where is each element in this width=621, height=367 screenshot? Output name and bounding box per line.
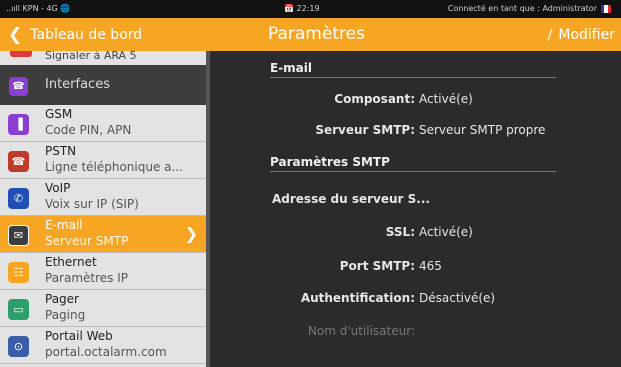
sidebar-item-subtitle: Serveur SMTP bbox=[45, 234, 129, 248]
edit-label: Modifier bbox=[558, 26, 615, 43]
connection-status: Connecté en tant que : Administrator bbox=[448, 4, 611, 13]
calendar-icon: 📅 bbox=[284, 4, 294, 13]
portal-icon: ⊙ bbox=[8, 336, 29, 357]
edit-button[interactable]: ∕ Modifier bbox=[548, 18, 615, 51]
chevron-left-icon: ❮ bbox=[8, 24, 23, 45]
sidebar-item-portail-web[interactable]: ⊙ Portail Web portal.octalarm.com bbox=[0, 327, 206, 364]
connection-label: Connecté en tant que : Administrator bbox=[447, 4, 597, 13]
sidebar-item-title: Portail Web bbox=[45, 329, 113, 343]
username-label: Nom d'utilisateur: bbox=[307, 324, 415, 338]
sidebar-section-label: Interfaces bbox=[45, 77, 110, 92]
envelope-icon: ✉ bbox=[8, 225, 29, 246]
auth-value: Désactivé(e) bbox=[419, 291, 496, 305]
smtp-server-label: Serveur SMTP: bbox=[315, 123, 415, 137]
sidebar-item-voip[interactable]: ✆ VoIP Voix sur IP (SIP) bbox=[0, 179, 206, 216]
sidebar-item-pstn[interactable]: ☎ PSTN Ligne téléphonique a... bbox=[0, 142, 206, 179]
carrier-label: KPN - 4G bbox=[22, 4, 58, 13]
port-value: 465 bbox=[419, 259, 442, 273]
pencil-icon: ∕ bbox=[547, 26, 553, 43]
telephone-icon: ☎ bbox=[8, 151, 29, 172]
section-divider bbox=[270, 171, 556, 172]
alarm-icon bbox=[10, 51, 32, 57]
back-button[interactable]: ❮ Tableau de bord bbox=[0, 18, 205, 51]
back-label: Tableau de bord bbox=[30, 26, 143, 43]
sidebar-item-signaler[interactable]: Signaler à ARA 5 bbox=[0, 51, 206, 65]
page-title: Paramètres bbox=[268, 24, 365, 44]
port-label: Port SMTP: bbox=[339, 259, 415, 273]
status-bar: ..ııll KPN - 4G 🌐 📅 22:19 Connecté en ta… bbox=[0, 0, 621, 18]
composant-value: Activé(e) bbox=[419, 92, 473, 106]
section-divider bbox=[270, 77, 556, 78]
sidebar-item-title: Ethernet bbox=[45, 255, 97, 269]
sidebar-item-title: E-mail bbox=[45, 218, 83, 232]
sidebar-item-title: PSTN bbox=[45, 144, 77, 158]
sidebar-section-interfaces: ☎ Interfaces bbox=[0, 65, 206, 105]
sidebar-item-title: Pager bbox=[45, 292, 79, 306]
sidebar-item-title: GSM bbox=[45, 107, 73, 121]
settings-panel: E-mail Composant: Activé(e) Serveur SMTP… bbox=[210, 51, 621, 367]
smtp-server-value: Serveur SMTP propre bbox=[419, 123, 546, 137]
pager-icon: ▭ bbox=[8, 299, 29, 320]
section-title-email: E-mail bbox=[270, 61, 313, 75]
signal-carrier: ..ııll KPN - 4G 🌐 bbox=[6, 4, 70, 13]
sidebar-item-subtitle: Voix sur IP (SIP) bbox=[45, 197, 139, 211]
sidebar-item-title: VoIP bbox=[45, 181, 71, 195]
sidebar-item-subtitle: Code PIN, APN bbox=[45, 123, 132, 137]
language-flag-icon[interactable] bbox=[601, 4, 611, 13]
phone-icon: ☎ bbox=[9, 77, 28, 96]
auth-label: Authentification: bbox=[300, 291, 415, 305]
signal-icon: ▐ bbox=[8, 114, 29, 135]
sidebar-item-gsm[interactable]: ▐ GSM Code PIN, APN bbox=[0, 105, 206, 142]
sidebar-item-label: Signaler à ARA 5 bbox=[45, 51, 137, 62]
sidebar-item-pager[interactable]: ▭ Pager Paging bbox=[0, 290, 206, 327]
time-label: 22:19 bbox=[296, 4, 320, 13]
composant-label: Composant: bbox=[334, 92, 415, 106]
sidebar-item-subtitle: portal.octalarm.com bbox=[45, 345, 167, 359]
ssl-label: SSL: bbox=[385, 225, 415, 239]
sidebar-item-subtitle: Paramètres IP bbox=[45, 271, 129, 285]
sidebar-item-email[interactable]: ✉ E-mail Serveur SMTP ❯ bbox=[0, 216, 206, 253]
nav-bar: ❮ Tableau de bord Paramètres ∕ Modifier bbox=[0, 18, 621, 51]
clock: 📅 22:19 bbox=[284, 4, 320, 13]
chevron-right-icon: ❯ bbox=[184, 224, 198, 243]
globe-icon: 🌐 bbox=[60, 4, 71, 13]
signal-icon: ..ııll bbox=[6, 4, 20, 13]
sidebar-item-ethernet[interactable]: ☷ Ethernet Paramètres IP bbox=[0, 253, 206, 290]
section-title-smtp: Paramètres SMTP bbox=[270, 155, 390, 169]
sidebar-item-subtitle: Ligne téléphonique a... bbox=[45, 160, 183, 174]
voip-phone-icon: ✆ bbox=[8, 188, 29, 209]
sidebar-item-subtitle: Paging bbox=[45, 308, 86, 322]
ssl-value: Activé(e) bbox=[419, 225, 473, 239]
network-icon: ☷ bbox=[8, 262, 29, 283]
server-address-label: Adresse du serveur S... bbox=[272, 192, 430, 206]
sidebar: Signaler à ARA 5 ☎ Interfaces ▐ GSM Code… bbox=[0, 51, 206, 367]
